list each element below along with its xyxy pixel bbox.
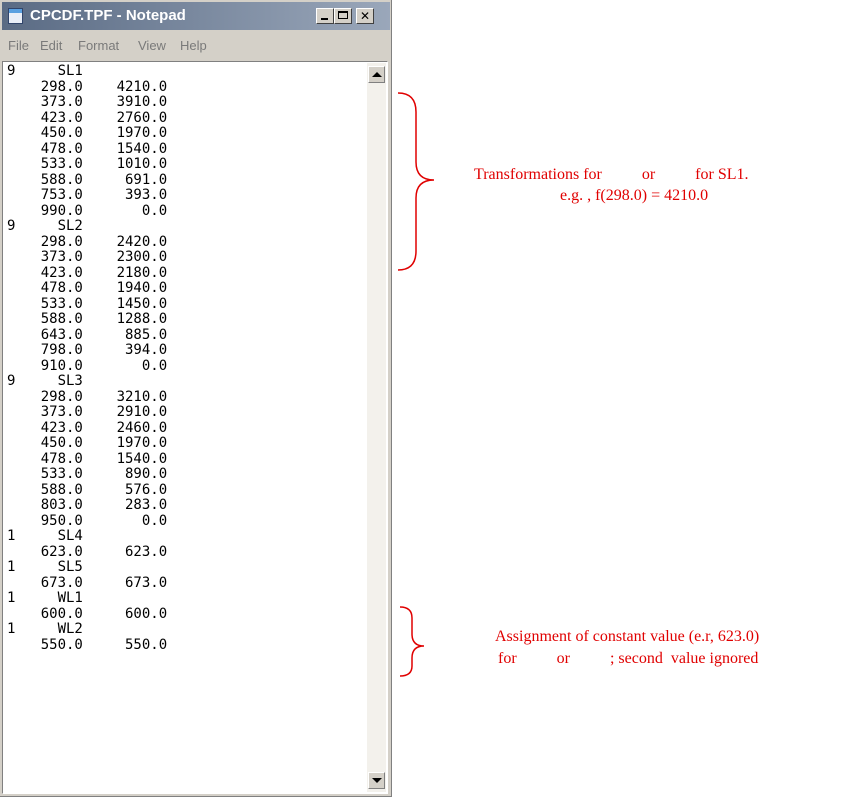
text-line: 643.0 885.0 <box>7 326 168 343</box>
text-line: 950.0 0.0 <box>7 512 168 529</box>
text-line: 588.0 691.0 <box>7 171 168 188</box>
notepad-window: CPCDF.TPF - Notepad ✕ File Edit Format V… <box>0 0 392 797</box>
text-line: 298.0 3210.0 <box>7 388 168 405</box>
text-line: 533.0 1010.0 <box>7 156 168 172</box>
text-line: 990.0 0.0 <box>7 202 168 219</box>
text-line: 373.0 3910.0 <box>7 94 168 110</box>
menu-view[interactable]: View <box>138 38 166 53</box>
arrow-down-icon <box>372 778 382 783</box>
notepad-icon <box>8 8 23 24</box>
menu-help[interactable]: Help <box>180 38 207 53</box>
transform-brace <box>397 92 435 271</box>
window-title: CPCDF.TPF - Notepad <box>30 7 186 24</box>
text-line: 9 SL3 <box>7 373 83 389</box>
text-line: 1 SL5 <box>7 559 83 575</box>
close-button[interactable]: ✕ <box>356 8 374 24</box>
text-line: 1 WL1 <box>7 590 83 606</box>
text-line: 298.0 2420.0 <box>7 233 168 250</box>
text-line: 9 SL1 <box>7 64 83 79</box>
assign-annotation-line1: Assignment of constant value (e.r, 623.0… <box>495 628 760 645</box>
maximize-button[interactable] <box>334 8 352 24</box>
assign-annotation-line2: for or ; second value ignored <box>498 650 759 667</box>
text-line: 550.0 550.0 <box>7 636 168 653</box>
title-bar[interactable]: CPCDF.TPF - Notepad ✕ <box>2 2 390 30</box>
text-line: 533.0 890.0 <box>7 466 168 482</box>
text-line: 478.0 1540.0 <box>7 140 168 157</box>
document-text[interactable]: 9 SL1 298.0 4210.0 373.0 3910.0 423.0 27… <box>7 64 361 790</box>
transform-annotation-line2: e.g. , f(298.0) = 4210.0 <box>560 187 709 204</box>
text-line: 423.0 2460.0 <box>7 419 168 436</box>
text-line: 9 SL2 <box>7 218 83 234</box>
text-editor[interactable]: 9 SL1 298.0 4210.0 373.0 3910.0 423.0 27… <box>2 61 388 794</box>
text-line: 1 SL4 <box>7 528 83 544</box>
text-line: 673.0 673.0 <box>7 574 168 591</box>
text-line: 373.0 2300.0 <box>7 249 168 265</box>
menu-edit[interactable]: Edit <box>40 38 62 53</box>
minimize-button[interactable] <box>316 8 334 24</box>
assign-brace <box>399 606 425 677</box>
text-line: 600.0 600.0 <box>7 605 168 622</box>
text-line: 373.0 2910.0 <box>7 404 168 420</box>
text-line: 753.0 393.0 <box>7 187 168 203</box>
text-line: 588.0 1288.0 <box>7 311 168 327</box>
scroll-down-button[interactable] <box>368 772 385 789</box>
text-line: 478.0 1940.0 <box>7 280 168 296</box>
arrow-up-icon <box>372 72 382 77</box>
transform-annotation-line1: Transformations for or for SL1. <box>474 166 749 183</box>
text-line: 533.0 1450.0 <box>7 295 168 312</box>
text-line: 423.0 2760.0 <box>7 109 168 126</box>
text-line: 298.0 4210.0 <box>7 78 168 95</box>
text-line: 450.0 1970.0 <box>7 125 168 141</box>
text-line: 450.0 1970.0 <box>7 435 168 451</box>
text-line: 623.0 623.0 <box>7 543 168 560</box>
text-line: 803.0 283.0 <box>7 497 168 513</box>
text-line: 588.0 576.0 <box>7 481 168 498</box>
text-line: 798.0 394.0 <box>7 342 168 358</box>
menu-bar: File Edit Format View Help <box>2 32 390 60</box>
menu-file[interactable]: File <box>8 38 29 53</box>
scroll-up-button[interactable] <box>368 66 385 83</box>
vertical-scrollbar[interactable] <box>367 63 386 792</box>
text-line: 478.0 1540.0 <box>7 450 168 467</box>
text-line: 910.0 0.0 <box>7 357 168 374</box>
menu-format[interactable]: Format <box>78 38 119 53</box>
text-line: 423.0 2180.0 <box>7 264 168 281</box>
text-line: 1 WL2 <box>7 621 83 637</box>
